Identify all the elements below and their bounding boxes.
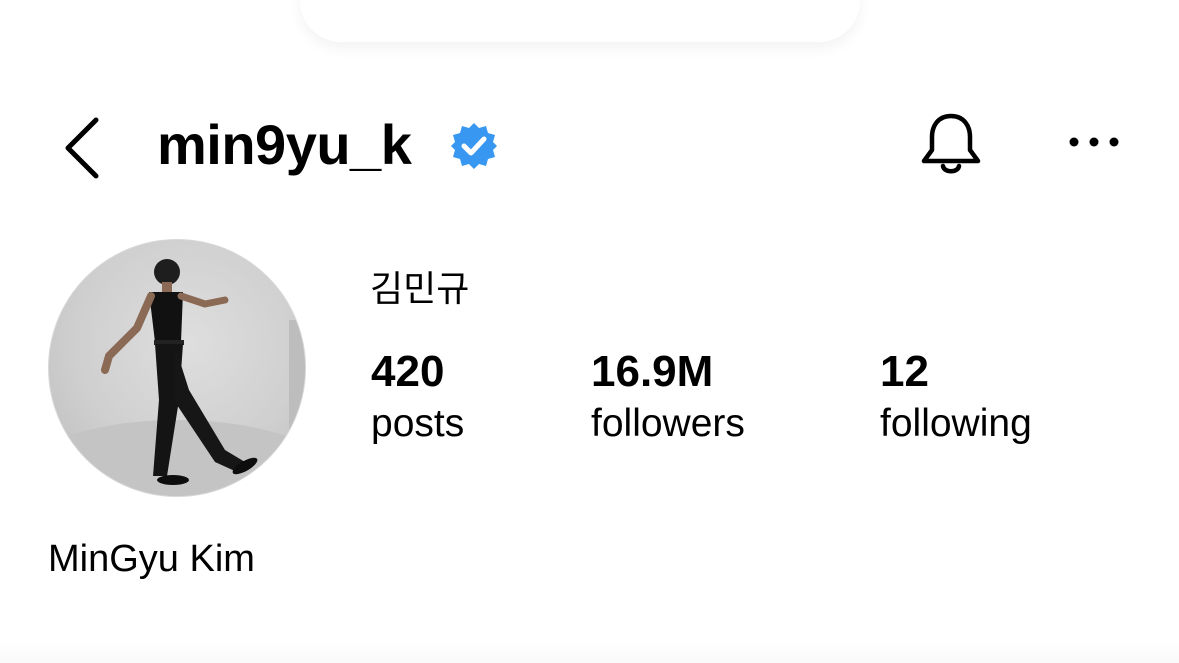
ellipsis-icon bbox=[1069, 137, 1119, 147]
profile-header: min9yu_k bbox=[0, 100, 1179, 190]
followers-stat[interactable]: 16.9M followers bbox=[591, 346, 745, 447]
posts-stat[interactable]: 420 posts bbox=[371, 346, 464, 447]
profile-photo bbox=[49, 259, 305, 496]
chevron-left-icon bbox=[65, 117, 99, 179]
profile-username: min9yu_k bbox=[157, 113, 412, 176]
bell-icon bbox=[921, 113, 981, 174]
following-stat[interactable]: 12 following bbox=[880, 346, 1032, 447]
top-search-pill bbox=[300, 0, 860, 42]
profile-avatar[interactable] bbox=[48, 239, 306, 497]
profile-korean-name: 김민규 bbox=[370, 269, 470, 310]
bottom-fade bbox=[0, 639, 1179, 663]
verified-badge-icon bbox=[449, 121, 499, 171]
followers-label: followers bbox=[591, 402, 745, 445]
posts-count: 420 bbox=[371, 347, 445, 396]
following-label: following bbox=[880, 402, 1032, 445]
posts-label: posts bbox=[371, 402, 465, 445]
profile-display-name: MinGyu Kim bbox=[48, 538, 255, 580]
notifications-button[interactable] bbox=[916, 106, 986, 180]
more-options-button[interactable] bbox=[1062, 120, 1126, 164]
followers-count: 16.9M bbox=[591, 347, 714, 396]
back-button[interactable] bbox=[52, 108, 118, 184]
following-count: 12 bbox=[880, 347, 929, 396]
